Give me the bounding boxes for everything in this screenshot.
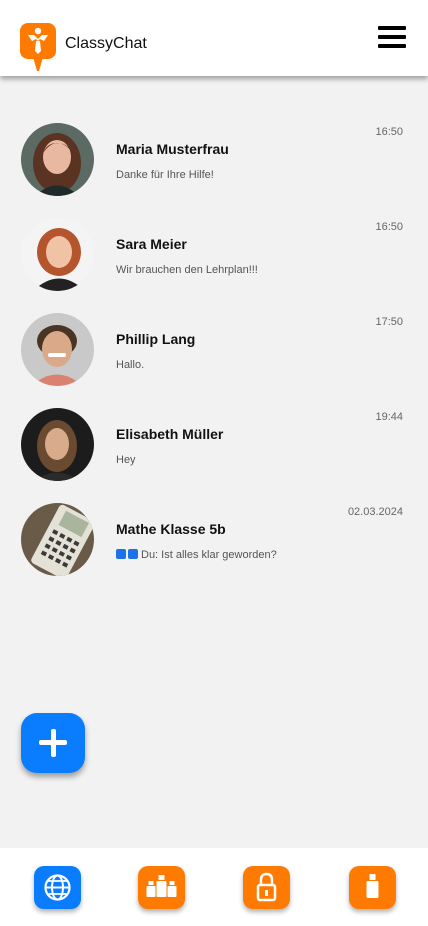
nav-groups-button[interactable] (138, 866, 185, 909)
chat-item-elisabeth-mueller[interactable]: Elisabeth Müller Hey 19:44 (0, 393, 428, 481)
chat-time: 19:44 (375, 411, 403, 423)
chat-preview-text: Du: Ist alles klar geworden? (141, 549, 277, 561)
chat-time: 16:50 (375, 126, 403, 138)
chat-preview: Hey (116, 454, 136, 466)
avatar (21, 218, 94, 291)
chat-name: Phillip Lang (116, 331, 196, 347)
plus-icon-vertical (50, 729, 56, 757)
avatar (21, 503, 94, 576)
chat-item-phillip-lang[interactable]: Phillip Lang Hallo. 17:50 (0, 298, 428, 386)
chat-time: 17:50 (375, 316, 403, 328)
chat-name: Sara Meier (116, 236, 187, 252)
bottom-nav (0, 848, 428, 926)
new-chat-button[interactable] (21, 713, 85, 773)
chat-preview: Hallo. (116, 359, 145, 371)
nav-lock-button[interactable] (243, 866, 290, 909)
avatar (21, 408, 94, 481)
chat-preview: Wir brauchen den Lehrplan!!! (116, 264, 258, 276)
chat-item-mathe-klasse-5b[interactable]: Mathe Klasse 5b Du: Ist alles klar gewor… (0, 488, 428, 576)
chat-time: 16:50 (375, 221, 403, 233)
chat-item-maria-musterfrau[interactable]: Maria Musterfrau Danke für Ihre Hilfe! 1… (0, 108, 428, 196)
person-icon (366, 874, 379, 898)
app-title: ClassyChat (65, 35, 147, 52)
chat-name: Mathe Klasse 5b (116, 521, 226, 537)
chat-preview: Du: Ist alles klar geworden? (116, 549, 277, 562)
chat-preview: Danke für Ihre Hilfe! (116, 169, 214, 181)
globe-icon (44, 874, 71, 901)
read-receipt-icon (116, 549, 140, 562)
group-icon (146, 875, 177, 897)
chat-time: 02.03.2024 (347, 506, 403, 518)
app-header: ClassyChat (0, 0, 428, 76)
chat-name: Elisabeth Müller (116, 426, 224, 442)
nav-globe-button[interactable] (34, 866, 81, 909)
nav-profile-button[interactable] (349, 866, 396, 909)
avatar (21, 123, 94, 196)
avatar (21, 313, 94, 386)
tie-person-logo-icon (20, 23, 56, 71)
hamburger-menu-icon[interactable] (378, 26, 408, 50)
chat-name: Maria Musterfrau (116, 141, 229, 157)
chat-item-sara-meier[interactable]: Sara Meier Wir brauchen den Lehrplan!!! … (0, 203, 428, 291)
lock-icon (256, 872, 277, 902)
